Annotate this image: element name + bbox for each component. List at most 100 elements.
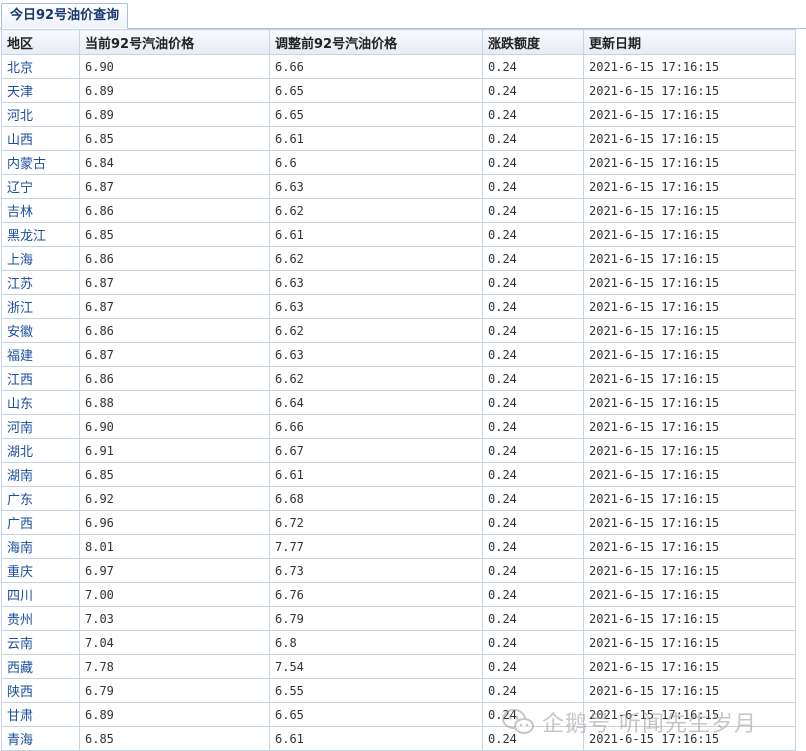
change-cell: 0.24 <box>482 486 584 511</box>
update-date-cell: 2021-6-15 17:16:15 <box>583 630 796 655</box>
update-date-cell: 2021-6-15 17:16:15 <box>583 702 796 727</box>
region-cell[interactable]: 湖南 <box>1 462 80 487</box>
change-cell: 0.24 <box>482 654 584 679</box>
update-date-cell: 2021-6-15 17:16:15 <box>583 150 796 175</box>
region-cell[interactable]: 广西 <box>1 510 80 535</box>
region-cell[interactable]: 海南 <box>1 534 80 559</box>
change-cell: 0.24 <box>482 198 584 223</box>
region-cell[interactable]: 山西 <box>1 126 80 151</box>
region-cell[interactable]: 贵州 <box>1 606 80 631</box>
region-cell[interactable]: 西藏 <box>1 654 80 679</box>
region-cell[interactable]: 广东 <box>1 486 80 511</box>
current-price-cell: 6.90 <box>79 414 270 439</box>
table-row: 内蒙古 6.84 6.6 0.24 2021-6-15 17:16:15 <box>1 150 796 175</box>
current-price-cell: 7.04 <box>79 630 270 655</box>
update-date-cell: 2021-6-15 17:16:15 <box>583 726 796 751</box>
update-date-cell: 2021-6-15 17:16:15 <box>583 246 796 271</box>
update-date-cell: 2021-6-15 17:16:15 <box>583 222 796 247</box>
change-cell: 0.24 <box>482 270 584 295</box>
region-cell[interactable]: 重庆 <box>1 558 80 583</box>
region-cell[interactable]: 黑龙江 <box>1 222 80 247</box>
table-row: 湖南 6.85 6.61 0.24 2021-6-15 17:16:15 <box>1 462 796 487</box>
previous-price-cell: 6.65 <box>269 702 483 727</box>
region-cell[interactable]: 辽宁 <box>1 174 80 199</box>
previous-price-cell: 7.54 <box>269 654 483 679</box>
previous-price-cell: 6.61 <box>269 726 483 751</box>
tab-92-oil-price-query[interactable]: 今日92号油价查询 <box>1 3 129 29</box>
column-header-current-price[interactable]: 当前92号汽油价格 <box>79 29 270 55</box>
region-cell[interactable]: 青海 <box>1 726 80 751</box>
update-date-cell: 2021-6-15 17:16:15 <box>583 390 796 415</box>
current-price-cell: 6.97 <box>79 558 270 583</box>
region-cell[interactable]: 河南 <box>1 414 80 439</box>
region-cell[interactable]: 河北 <box>1 102 80 127</box>
region-cell[interactable]: 陕西 <box>1 678 80 703</box>
table-row: 广东 6.92 6.68 0.24 2021-6-15 17:16:15 <box>1 486 796 511</box>
region-cell[interactable]: 北京 <box>1 54 80 79</box>
column-header-previous-price[interactable]: 调整前92号汽油价格 <box>269 29 483 55</box>
table-row: 重庆 6.97 6.73 0.24 2021-6-15 17:16:15 <box>1 558 796 583</box>
region-cell[interactable]: 湖北 <box>1 438 80 463</box>
region-cell[interactable]: 甘肃 <box>1 702 80 727</box>
change-cell: 0.24 <box>482 294 584 319</box>
current-price-cell: 6.85 <box>79 726 270 751</box>
current-price-cell: 6.89 <box>79 102 270 127</box>
current-price-cell: 6.86 <box>79 366 270 391</box>
table-row: 广西 6.96 6.72 0.24 2021-6-15 17:16:15 <box>1 510 796 535</box>
column-header-update-date[interactable]: 更新日期 <box>583 29 796 55</box>
previous-price-cell: 6.72 <box>269 510 483 535</box>
table-row: 辽宁 6.87 6.63 0.24 2021-6-15 17:16:15 <box>1 174 796 199</box>
region-cell[interactable]: 天津 <box>1 78 80 103</box>
previous-price-cell: 6.61 <box>269 126 483 151</box>
current-price-cell: 6.91 <box>79 438 270 463</box>
update-date-cell: 2021-6-15 17:16:15 <box>583 534 796 559</box>
table-row: 安徽 6.86 6.62 0.24 2021-6-15 17:16:15 <box>1 318 796 343</box>
region-cell[interactable]: 吉林 <box>1 198 80 223</box>
update-date-cell: 2021-6-15 17:16:15 <box>583 318 796 343</box>
current-price-cell: 6.87 <box>79 342 270 367</box>
change-cell: 0.24 <box>482 606 584 631</box>
previous-price-cell: 6.79 <box>269 606 483 631</box>
previous-price-cell: 6.73 <box>269 558 483 583</box>
region-cell[interactable]: 四川 <box>1 582 80 607</box>
region-cell[interactable]: 云南 <box>1 630 80 655</box>
previous-price-cell: 6.63 <box>269 294 483 319</box>
current-price-cell: 6.85 <box>79 126 270 151</box>
previous-price-cell: 6.62 <box>269 246 483 271</box>
region-cell[interactable]: 上海 <box>1 246 80 271</box>
table-row: 云南 7.04 6.8 0.24 2021-6-15 17:16:15 <box>1 630 796 655</box>
table-row: 山西 6.85 6.61 0.24 2021-6-15 17:16:15 <box>1 126 796 151</box>
region-cell[interactable]: 江西 <box>1 366 80 391</box>
change-cell: 0.24 <box>482 102 584 127</box>
region-cell[interactable]: 内蒙古 <box>1 150 80 175</box>
update-date-cell: 2021-6-15 17:16:15 <box>583 54 796 79</box>
region-cell[interactable]: 江苏 <box>1 270 80 295</box>
previous-price-cell: 7.77 <box>269 534 483 559</box>
table-row: 河北 6.89 6.65 0.24 2021-6-15 17:16:15 <box>1 102 796 127</box>
change-cell: 0.24 <box>482 726 584 751</box>
previous-price-cell: 6.66 <box>269 54 483 79</box>
current-price-cell: 7.78 <box>79 654 270 679</box>
current-price-cell: 6.88 <box>79 390 270 415</box>
change-cell: 0.24 <box>482 678 584 703</box>
update-date-cell: 2021-6-15 17:16:15 <box>583 582 796 607</box>
previous-price-cell: 6.55 <box>269 678 483 703</box>
column-header-change[interactable]: 涨跌额度 <box>482 29 584 55</box>
table-row: 天津 6.89 6.65 0.24 2021-6-15 17:16:15 <box>1 78 796 103</box>
region-cell[interactable]: 福建 <box>1 342 80 367</box>
table-row: 黑龙江 6.85 6.61 0.24 2021-6-15 17:16:15 <box>1 222 796 247</box>
region-cell[interactable]: 山东 <box>1 390 80 415</box>
current-price-cell: 6.89 <box>79 78 270 103</box>
update-date-cell: 2021-6-15 17:16:15 <box>583 678 796 703</box>
current-price-cell: 6.85 <box>79 462 270 487</box>
table-row: 山东 6.88 6.64 0.24 2021-6-15 17:16:15 <box>1 390 796 415</box>
column-header-region[interactable]: 地区 <box>1 29 80 55</box>
current-price-cell: 6.87 <box>79 174 270 199</box>
current-price-cell: 6.79 <box>79 678 270 703</box>
update-date-cell: 2021-6-15 17:16:15 <box>583 486 796 511</box>
region-cell[interactable]: 安徽 <box>1 318 80 343</box>
previous-price-cell: 6.65 <box>269 78 483 103</box>
table-row: 湖北 6.91 6.67 0.24 2021-6-15 17:16:15 <box>1 438 796 463</box>
change-cell: 0.24 <box>482 558 584 583</box>
region-cell[interactable]: 浙江 <box>1 294 80 319</box>
